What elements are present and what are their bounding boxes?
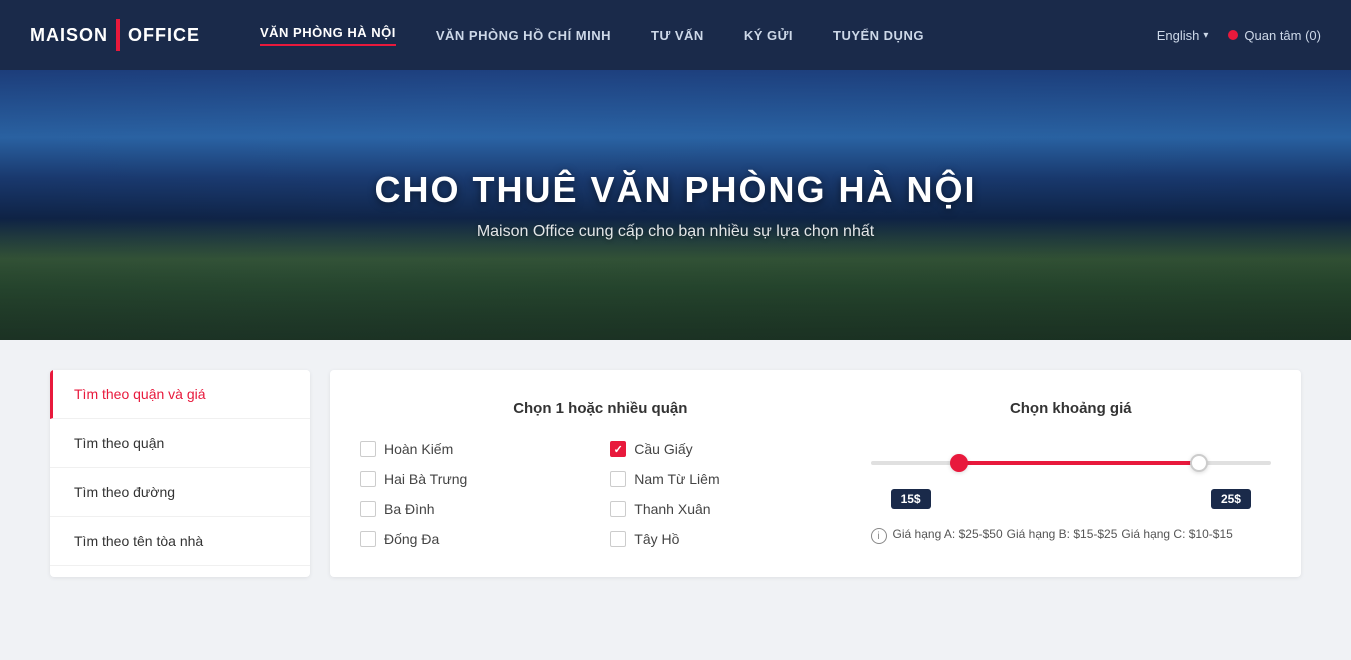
hero-subtitle: Maison Office cung cấp cho bạn nhiều sự … (374, 223, 976, 241)
checkbox-ba-dinh[interactable]: Ba Đình (360, 501, 590, 517)
nav-ho-chi-minh[interactable]: VĂN PHÒNG HỒ CHÍ MINH (436, 28, 611, 43)
checkbox-nam-tu-liem[interactable]: Nam Từ Liêm (610, 471, 840, 487)
hero-section: CHO THUÊ VĂN PHÒNG HÀ NỘI Maison Office … (0, 70, 1351, 340)
logo-maison: MAISON (30, 25, 108, 46)
sidebar-label-quan-gia: Tìm theo quận và giá (74, 386, 206, 402)
language-selector[interactable]: English ▾ (1157, 28, 1209, 43)
navbar-right: English ▾ Quan tâm (0) (1157, 28, 1321, 43)
checkbox-tay-ho-box[interactable] (610, 531, 626, 547)
logo[interactable]: MAISON OFFICE (30, 19, 200, 51)
sidebar-item-quan-gia[interactable]: Tìm theo quận và giá (50, 370, 310, 419)
checkbox-tay-ho-label: Tây Hồ (634, 531, 679, 547)
checkbox-thanh-xuan-label: Thanh Xuân (634, 501, 710, 517)
price-title: Chọn khoảng giá (871, 400, 1271, 417)
sidebar-label-duong: Tìm theo đường (74, 484, 175, 500)
slider-fill (959, 461, 1199, 465)
logo-divider (116, 19, 120, 51)
quan-tam-label: Quan tâm (0) (1244, 28, 1321, 43)
checkbox-cau-giay[interactable]: ✓ Cầu Giấy (610, 441, 840, 457)
sidebar-label-quan: Tìm theo quận (74, 435, 164, 451)
checkbox-nam-tu-liem-label: Nam Từ Liêm (634, 471, 719, 487)
info-icon: i (871, 528, 887, 544)
price-section: Chọn khoảng giá 15$ 25$ i Giá hạng A: $2… (871, 400, 1271, 547)
navbar: MAISON OFFICE VĂN PHÒNG HÀ NỘI VĂN PHÒNG… (0, 0, 1351, 70)
info-icon-label: i (877, 531, 879, 542)
nav-ha-noi[interactable]: VĂN PHÒNG HÀ NỘI (260, 25, 396, 46)
checkbox-hoan-kiem[interactable]: Hoàn Kiếm (360, 441, 590, 457)
checkbox-cau-giay-box[interactable]: ✓ (610, 441, 626, 457)
checkbox-hai-ba-trung[interactable]: Hai Bà Trưng (360, 471, 590, 487)
sidebar-item-quan[interactable]: Tìm theo quận (50, 419, 310, 468)
checkbox-tay-ho[interactable]: Tây Hồ (610, 531, 840, 547)
checkbox-cau-giay-check: ✓ (614, 443, 623, 456)
checkbox-thanh-xuan[interactable]: Thanh Xuân (610, 501, 840, 517)
nav-links: VĂN PHÒNG HÀ NỘI VĂN PHÒNG HỒ CHÍ MINH T… (260, 25, 1157, 46)
quan-tam-dot (1228, 30, 1238, 40)
slider-thumb-min[interactable] (950, 454, 968, 472)
price-ranges: Giá hạng A: $25-$50 Giá hạng B: $15-$25 … (893, 527, 1233, 541)
price-labels: 15$ 25$ (871, 489, 1271, 509)
price-max-badge: 25$ (1211, 489, 1251, 509)
sidebar-item-toa-nha[interactable]: Tìm theo tên tòa nhà (50, 517, 310, 566)
sidebar-item-duong[interactable]: Tìm theo đường (50, 468, 310, 517)
nav-tuyen-dung[interactable]: TUYỂN DỤNG (833, 28, 924, 43)
district-section: Chọn 1 hoặc nhiều quận Hoàn Kiếm ✓ Cầu G… (360, 400, 841, 547)
district-checkbox-grid: Hoàn Kiếm ✓ Cầu Giấy Hai Bà Trưng Nam Từ… (360, 441, 841, 547)
checkbox-hai-ba-trung-box[interactable] (360, 471, 376, 487)
language-label: English (1157, 28, 1200, 43)
nav-tu-van[interactable]: TƯ VẤN (651, 28, 704, 43)
slider-track (871, 461, 1271, 465)
checkbox-hai-ba-trung-label: Hai Bà Trưng (384, 471, 467, 487)
language-arrow: ▾ (1203, 30, 1208, 41)
filter-panel: Chọn 1 hoặc nhiều quận Hoàn Kiếm ✓ Cầu G… (330, 370, 1301, 577)
checkbox-cau-giay-label: Cầu Giấy (634, 441, 692, 457)
price-info: i Giá hạng A: $25-$50 Giá hạng B: $15-$2… (871, 527, 1271, 544)
district-title: Chọn 1 hoặc nhiều quận (360, 400, 841, 417)
checkbox-dong-da-label: Đống Đa (384, 531, 439, 547)
price-range-b: Giá hạng B: $15-$25 (1007, 527, 1118, 541)
hero-content: CHO THUÊ VĂN PHÒNG HÀ NỘI Maison Office … (374, 169, 976, 241)
sidebar-label-toa-nha: Tìm theo tên tòa nhà (74, 533, 203, 549)
checkbox-nam-tu-liem-box[interactable] (610, 471, 626, 487)
checkbox-dong-da-box[interactable] (360, 531, 376, 547)
price-range-c: Giá hạng C: $10-$15 (1121, 527, 1232, 541)
slider-container (871, 451, 1271, 475)
price-min-badge: 15$ (891, 489, 931, 509)
quan-tam-button[interactable]: Quan tâm (0) (1228, 28, 1321, 43)
slider-thumb-max[interactable] (1190, 454, 1208, 472)
checkbox-ba-dinh-label: Ba Đình (384, 501, 435, 517)
sidebar: Tìm theo quận và giá Tìm theo quận Tìm t… (50, 370, 310, 577)
main-content: Tìm theo quận và giá Tìm theo quận Tìm t… (0, 340, 1351, 607)
checkbox-ba-dinh-box[interactable] (360, 501, 376, 517)
hero-title: CHO THUÊ VĂN PHÒNG HÀ NỘI (374, 169, 976, 211)
checkbox-hoan-kiem-label: Hoàn Kiếm (384, 441, 453, 457)
logo-office: OFFICE (128, 25, 200, 46)
checkbox-dong-da[interactable]: Đống Đa (360, 531, 590, 547)
nav-ky-gui[interactable]: KÝ GỬI (744, 28, 793, 43)
price-range-a: Giá hạng A: $25-$50 (893, 527, 1003, 541)
checkbox-thanh-xuan-box[interactable] (610, 501, 626, 517)
checkbox-hoan-kiem-box[interactable] (360, 441, 376, 457)
